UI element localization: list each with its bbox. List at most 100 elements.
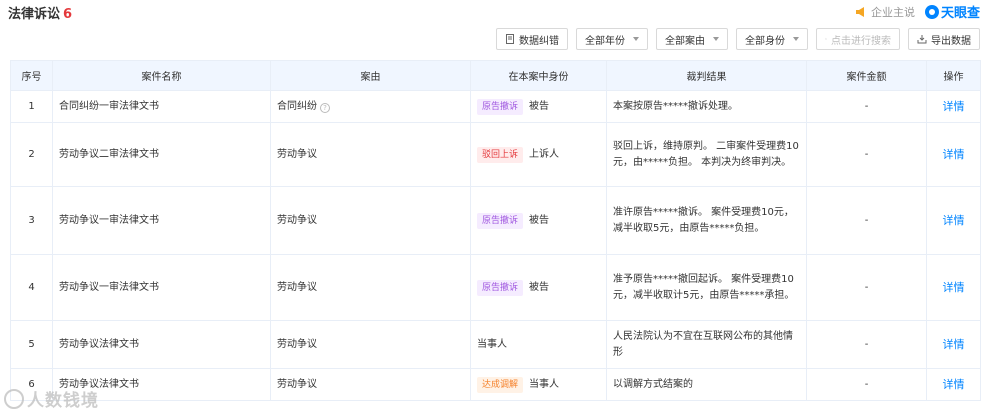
case-role: 驳回上诉 上诉人 [470,122,607,187]
case-cause: 劳动争议 [270,186,471,255]
case-result: 准予原告*****撤回起诉。 案件受理费10元，减半收取计5元，由原告*****… [606,254,807,321]
row-no: 3 [10,186,53,255]
cause-text: 合同纠纷 [277,100,317,112]
case-role: 原告撤诉 被告 [470,90,607,123]
case-amount: - [806,254,927,321]
title-text: 法律诉讼 [8,7,61,22]
case-result: 本案按原告*****撤诉处理。 [606,90,807,123]
owner-label: 企业主说 [870,5,915,19]
case-name: 劳动争议法律文书 [52,320,271,369]
status-badge: 达成调解 [477,376,524,393]
status-badge: 驳回上诉 [477,146,524,163]
case-name: 合同纠纷一审法律文书 [52,90,271,123]
download-icon [917,35,927,44]
table-row: 2 劳动争议二审法律文书 劳动争议 驳回上诉 上诉人 驳回上诉，维持原判。 二审案… [10,122,981,187]
detail-link[interactable]: 详情 [926,90,981,123]
cause-filter-label: 全部案由 [665,35,705,47]
case-result: 准许原告*****撤诉。 案件受理费10元，减半收取5元，由原告*****负担。 [606,186,807,255]
table-row: 5 劳动争议法律文书 劳动争议 当事人 人民法院认为不宜在互联网公布的其他情形 … [10,320,981,369]
case-role: 当事人 [470,320,607,369]
cause-filter-dropdown[interactable]: 全部案由 [656,28,728,50]
table-row: 6 劳动争议法律文书 劳动争议 达成调解 当事人 以调解方式结案的 - 详情 [10,368,981,401]
col-header-action: 操作 [926,60,981,91]
case-role: 原告撤诉 被告 [470,254,607,321]
tyc-logo-icon [924,4,939,19]
chevron-down-icon [713,37,719,41]
table-row: 4 劳动争议一审法律文书 劳动争议 原告撤诉 被告 准予原告*****撤回起诉。 … [10,254,981,321]
case-name: 劳动争议一审法律文书 [52,254,271,321]
col-header-result: 裁判结果 [606,60,807,91]
row-no: 5 [10,320,53,369]
col-header-no: 序号 [10,60,53,91]
export-button[interactable]: 导出数据 [908,28,980,50]
status-badge: 原告撤诉 [477,279,524,296]
case-cause: 劳动争议 [270,122,471,187]
case-cause: 劳动争议 [270,368,471,401]
section-header: 法律诉讼 6 企业主说 天眼查 [0,0,996,24]
brand-area: 企业主说 天眼查 [855,2,980,21]
col-header-amount: 案件金额 [806,60,927,91]
lawsuit-table: 序号 案件名称 案由 在本案中身份 裁判结果 案件金额 操作 1 合同纠纷一审法… [10,60,981,401]
case-result: 人民法院认为不宜在互联网公布的其他情形 [606,320,807,369]
table-row: 3 劳动争议一审法律文书 劳动争议 原告撤诉 被告 准许原告*****撤诉。 案件… [10,186,981,255]
detail-link[interactable]: 详情 [926,186,981,255]
case-amount: - [806,320,927,369]
document-icon [506,34,514,44]
status-badge: 原告撤诉 [477,212,524,229]
table-row: 1 合同纠纷一审法律文书 合同纠纷? 原告撤诉 被告 本案按原告*****撤诉处理… [10,90,981,123]
watermark-logo-icon [4,388,24,409]
case-amount: - [806,90,927,123]
search-input[interactable]: 点击进行搜索 [816,28,900,50]
role-text: 被告 [529,281,550,293]
col-header-name: 案件名称 [52,60,271,91]
chevron-down-icon [793,37,799,41]
case-name: 劳动争议二审法律文书 [52,122,271,187]
col-header-role: 在本案中身份 [470,60,607,91]
table-header-row: 序号 案件名称 案由 在本案中身份 裁判结果 案件金额 操作 [10,60,981,91]
megaphone-icon [855,6,864,17]
row-no: 1 [10,90,53,123]
case-cause: 合同纠纷? [270,90,471,123]
data-error-button[interactable]: 数据纠错 [496,28,568,50]
year-filter-label: 全部年份 [585,35,625,47]
row-no: 4 [10,254,53,321]
detail-link[interactable]: 详情 [926,122,981,187]
role-text: 被告 [529,100,550,112]
help-icon[interactable]: ? [320,102,330,113]
case-name: 劳动争议一审法律文书 [52,186,271,255]
case-result: 以调解方式结案的 [606,368,807,401]
watermark: 人数钱境 [4,386,99,411]
role-text: 上诉人 [529,148,560,160]
case-role: 原告撤诉 被告 [470,186,607,255]
row-no: 2 [10,122,53,187]
tianyancha-logo: 天眼查 [924,2,980,21]
watermark-text: 人数钱境 [27,391,99,411]
role-text: 被告 [529,214,550,226]
status-badge: 原告撤诉 [477,98,524,115]
owner-statement-link[interactable]: 企业主说 [855,4,915,20]
case-cause: 劳动争议 [270,254,471,321]
detail-link[interactable]: 详情 [926,368,981,401]
search-placeholder: 点击进行搜索 [831,35,891,47]
year-filter-dropdown[interactable]: 全部年份 [576,28,648,50]
case-amount: - [806,368,927,401]
chevron-down-icon [633,37,639,41]
lawsuit-count: 6 [63,7,73,22]
detail-link[interactable]: 详情 [926,254,981,321]
toolbar: 数据纠错 全部年份 全部案由 全部身份 点击进行搜索 导出数据 [496,28,980,50]
case-cause: 劳动争议 [270,320,471,369]
col-header-cause: 案由 [270,60,471,91]
role-filter-label: 全部身份 [745,35,785,47]
role-filter-dropdown[interactable]: 全部身份 [736,28,808,50]
search-icon [825,38,827,40]
case-result: 驳回上诉，维持原判。 二审案件受理费10元，由*****负担。 本判决为终审判决… [606,122,807,187]
detail-link[interactable]: 详情 [926,320,981,369]
data-error-label: 数据纠错 [519,35,559,47]
export-label: 导出数据 [931,35,971,47]
brand-name: 天眼查 [940,6,980,21]
case-role: 达成调解 当事人 [470,368,607,401]
case-amount: - [806,122,927,187]
case-amount: - [806,186,927,255]
role-text: 当事人 [529,378,560,390]
section-title: 法律诉讼 6 [8,3,72,22]
